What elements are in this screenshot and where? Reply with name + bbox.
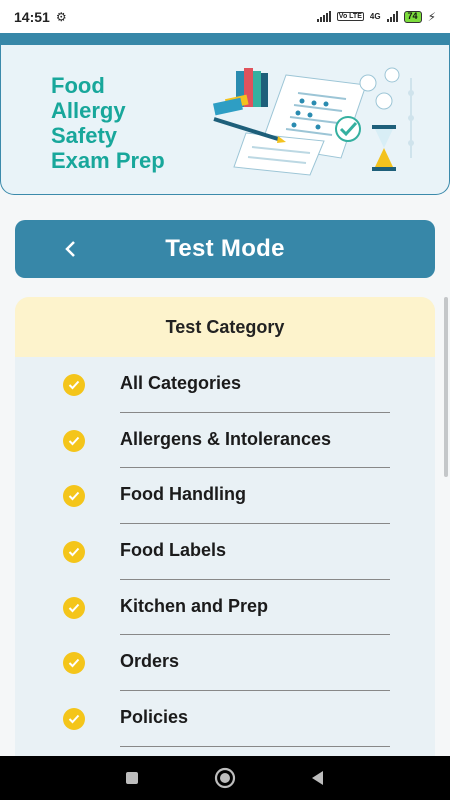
- category-label: Policies: [120, 707, 189, 728]
- page-title: Test Mode: [165, 235, 285, 262]
- category-item-kitchen-and-prep[interactable]: Kitchen and Prep: [15, 580, 435, 636]
- check-circle-icon: [63, 374, 85, 396]
- battery-level: 74: [407, 10, 418, 21]
- check-circle-icon: [63, 429, 85, 452]
- check-circle-icon: [63, 485, 85, 508]
- status-time: 14:51: [14, 8, 50, 25]
- app-title-line-1: Food: [51, 73, 105, 98]
- category-label: Food Handling: [120, 484, 246, 505]
- check-circle-icon: [63, 708, 85, 731]
- charging-bolt-icon: ⚡: [427, 9, 436, 24]
- test-mode-bar: Test Mode: [15, 220, 435, 278]
- nav-back-button[interactable]: [300, 760, 336, 796]
- test-category-header: Test Category: [15, 297, 435, 357]
- wifi-signal-icon: [316, 11, 331, 22]
- cell-signal-icon: [386, 11, 398, 22]
- app-title-line-3: Safety: [51, 123, 118, 148]
- status-indicators: Vo LTE 4G 74 ⚡: [316, 9, 436, 24]
- exam-illustration-icon: [213, 67, 414, 176]
- app-title-line-2: Allergy: [51, 98, 126, 123]
- category-item-allergens-intolerances[interactable]: Allergens & Intolerances: [15, 413, 435, 469]
- category-label: All Categories: [120, 373, 242, 393]
- category-label: Food Labels: [120, 540, 227, 561]
- app-title-line-4: Exam Prep: [51, 148, 165, 173]
- check-circle-icon: [63, 541, 85, 564]
- app-header: Food Allergy Safety Exam Prep: [0, 45, 450, 195]
- category-label: Kitchen and Prep: [120, 595, 269, 616]
- volte-label: Vo LTE: [336, 12, 364, 21]
- category-item-policies[interactable]: Policies: [15, 691, 435, 747]
- settings-gear-icon: ⚙: [55, 9, 67, 24]
- circle-home-icon: [214, 767, 236, 789]
- category-label: Orders: [120, 651, 180, 672]
- check-circle-icon: [63, 652, 85, 675]
- scrollbar-thumb[interactable]: [444, 297, 448, 477]
- back-button[interactable]: [55, 234, 85, 264]
- recents-button[interactable]: [114, 760, 150, 796]
- home-button[interactable]: [207, 760, 243, 796]
- system-nav-bar: [0, 756, 450, 800]
- category-label: Allergens & Intolerances: [120, 428, 332, 449]
- category-item-food-handling[interactable]: Food Handling: [15, 468, 435, 525]
- status-bar: 14:51 ⚙ Vo LTE 4G 74 ⚡: [0, 0, 450, 33]
- app-title: Food Allergy Safety Exam Prep: [51, 73, 221, 173]
- test-category-panel: Test Category All Categories Allergens &…: [15, 297, 435, 767]
- battery-icon: 74: [403, 10, 422, 23]
- check-circle-icon: [63, 596, 85, 619]
- square-icon: [125, 772, 138, 784]
- category-list: All Categories Allergens & Intolerances …: [15, 357, 435, 767]
- triangle-back-icon: [312, 771, 324, 785]
- category-item-food-labels[interactable]: Food Labels: [15, 524, 435, 580]
- category-item-all-categories[interactable]: All Categories: [15, 357, 435, 413]
- category-item-orders[interactable]: Orders: [15, 635, 435, 692]
- chevron-left-icon: [65, 241, 75, 257]
- header-strip: [0, 33, 450, 45]
- network-gen-label: 4G: [369, 12, 381, 21]
